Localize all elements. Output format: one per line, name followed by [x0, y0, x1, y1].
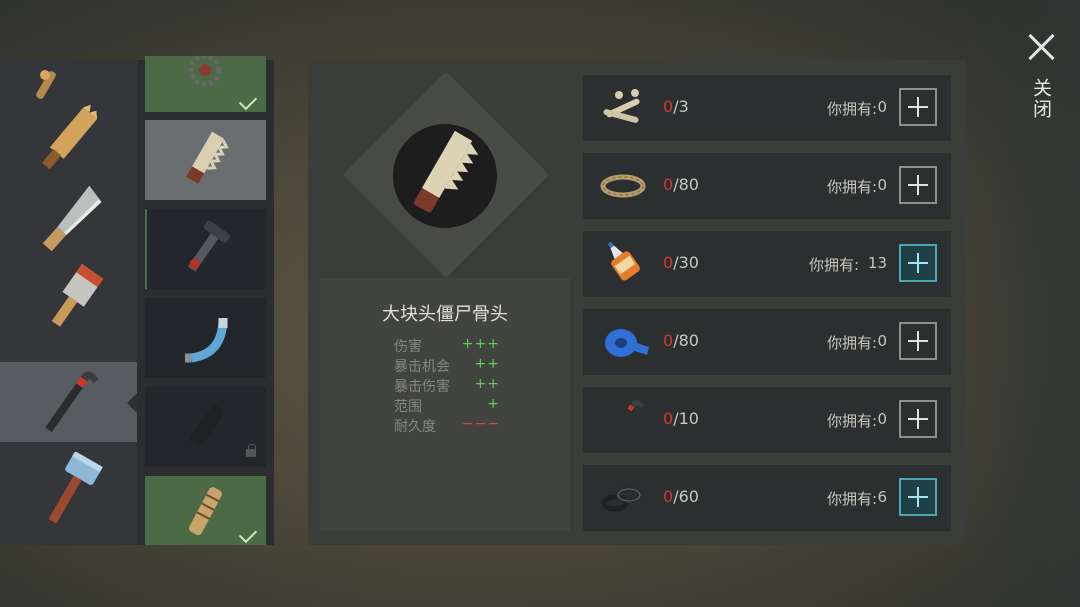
- material-quantity: 0/30: [663, 253, 699, 272]
- material-quantity: 0/80: [663, 175, 699, 194]
- material-quantity: 0/80: [663, 331, 699, 350]
- owned-count: 6: [877, 488, 887, 506]
- stat-value: ++: [474, 376, 500, 392]
- material-quantity: 0/60: [663, 487, 699, 506]
- stat-name: 伤害: [394, 339, 422, 355]
- stat-value: −−−: [461, 416, 500, 432]
- bone-saw-icon: [413, 130, 479, 213]
- add-rope-button[interactable]: [899, 166, 937, 204]
- weapon-list: [0, 60, 137, 545]
- bent-pipe-variant-icon: [185, 317, 228, 363]
- stat-name: 暴击机会: [394, 359, 450, 375]
- stat-row-crit-damage: 暴击伤害 ++: [394, 376, 514, 396]
- glue-icon: [607, 241, 640, 281]
- stat-row-durability: 耐久度 −−−: [394, 416, 514, 436]
- owned-count: 13: [867, 254, 887, 272]
- stat-name: 耐久度: [394, 419, 436, 435]
- weapon-item-cleaver[interactable]: [0, 262, 137, 342]
- owned-label: 你拥有:: [826, 334, 877, 352]
- stat-name: 范围: [394, 399, 422, 415]
- material-row-glue: 0/30 你拥有: 13: [583, 231, 951, 297]
- stat-row-range: 范围 +: [394, 396, 514, 416]
- close-label[interactable]: 关闭: [1030, 78, 1052, 120]
- crowbar-icon: [606, 399, 645, 442]
- rubber-rings-icon: [601, 486, 643, 512]
- owned-label: 你拥有:: [826, 412, 877, 430]
- wooden-plank-icon: [42, 104, 98, 170]
- add-crowbar-button[interactable]: [899, 400, 937, 438]
- variant-item-dark-pipe[interactable]: [145, 387, 266, 467]
- owned-label: 你拥有:: [826, 100, 877, 118]
- stat-row-damage: 伤害 +++: [394, 336, 514, 356]
- owned-count: 0: [877, 410, 887, 428]
- material-row-tape: 0/80 你拥有: 0: [583, 309, 951, 375]
- owned-label: 你拥有:: [826, 178, 877, 196]
- material-row-bones: 0/3 你拥有: 0: [583, 75, 951, 141]
- selection-pointer: [127, 393, 137, 413]
- variant-item-spiked-bat[interactable]: [145, 476, 266, 545]
- material-quantity: 0/10: [663, 409, 699, 428]
- owned-label: 你拥有:: [826, 490, 877, 508]
- weapon-item-machete[interactable]: [0, 182, 137, 262]
- item-info: 大块头僵尸骨头 伤害 +++ 暴击机会 ++ 暴击伤害 ++ 范围 + 耐久度 …: [320, 278, 570, 531]
- add-rings-button[interactable]: [899, 478, 937, 516]
- rope-icon: [600, 174, 646, 198]
- weapon-item-crowbar[interactable]: [0, 362, 137, 442]
- lock-icon: [246, 444, 256, 457]
- owned-count: 0: [877, 332, 887, 350]
- owned-label: 你拥有:: [808, 256, 859, 274]
- cleaver-icon: [51, 263, 104, 327]
- duct-tape-icon: [605, 329, 649, 357]
- item-preview: [393, 124, 497, 228]
- stat-name: 暴击伤害: [394, 379, 450, 395]
- stat-row-crit-chance: 暴击机会 ++: [394, 356, 514, 376]
- close-icon[interactable]: [1022, 28, 1060, 66]
- weapon-item-plank[interactable]: [0, 102, 137, 182]
- bone-saw-variant-icon: [186, 131, 229, 184]
- crowbar-icon: [45, 371, 99, 433]
- variant-item-gear[interactable]: [145, 56, 266, 112]
- owned-count: 0: [877, 176, 887, 194]
- variant-item-bone-saw[interactable]: [145, 120, 266, 200]
- add-glue-button[interactable]: [899, 244, 937, 282]
- weapon-item-stake[interactable]: [0, 30, 137, 110]
- material-row-crowbar: 0/10 你拥有: 0: [583, 387, 951, 453]
- bones-icon: [603, 89, 640, 123]
- variant-list: [137, 56, 274, 545]
- variant-item-bent-pipe[interactable]: [145, 298, 266, 378]
- add-tape-button[interactable]: [899, 322, 937, 360]
- sledgehammer-icon: [48, 452, 103, 524]
- owned-count: 0: [877, 98, 887, 116]
- weapon-item-sledgehammer[interactable]: [0, 452, 137, 532]
- item-title: 大块头僵尸骨头: [382, 304, 508, 325]
- material-quantity: 0/3: [663, 97, 689, 116]
- wooden-stake-icon: [36, 70, 56, 99]
- machete-icon: [42, 185, 102, 252]
- add-bones-button[interactable]: [899, 88, 937, 126]
- stat-value: +++: [461, 336, 500, 352]
- pipe-valve-variant-icon: [187, 220, 231, 272]
- stat-value: ++: [474, 356, 500, 372]
- stat-value: +: [487, 396, 500, 412]
- material-row-rope: 0/80 你拥有: 0: [583, 153, 951, 219]
- material-row-rings: 0/60 你拥有: 6: [583, 465, 951, 531]
- variant-item-pipe-valve[interactable]: [145, 209, 266, 289]
- right-shade: [965, 0, 1080, 607]
